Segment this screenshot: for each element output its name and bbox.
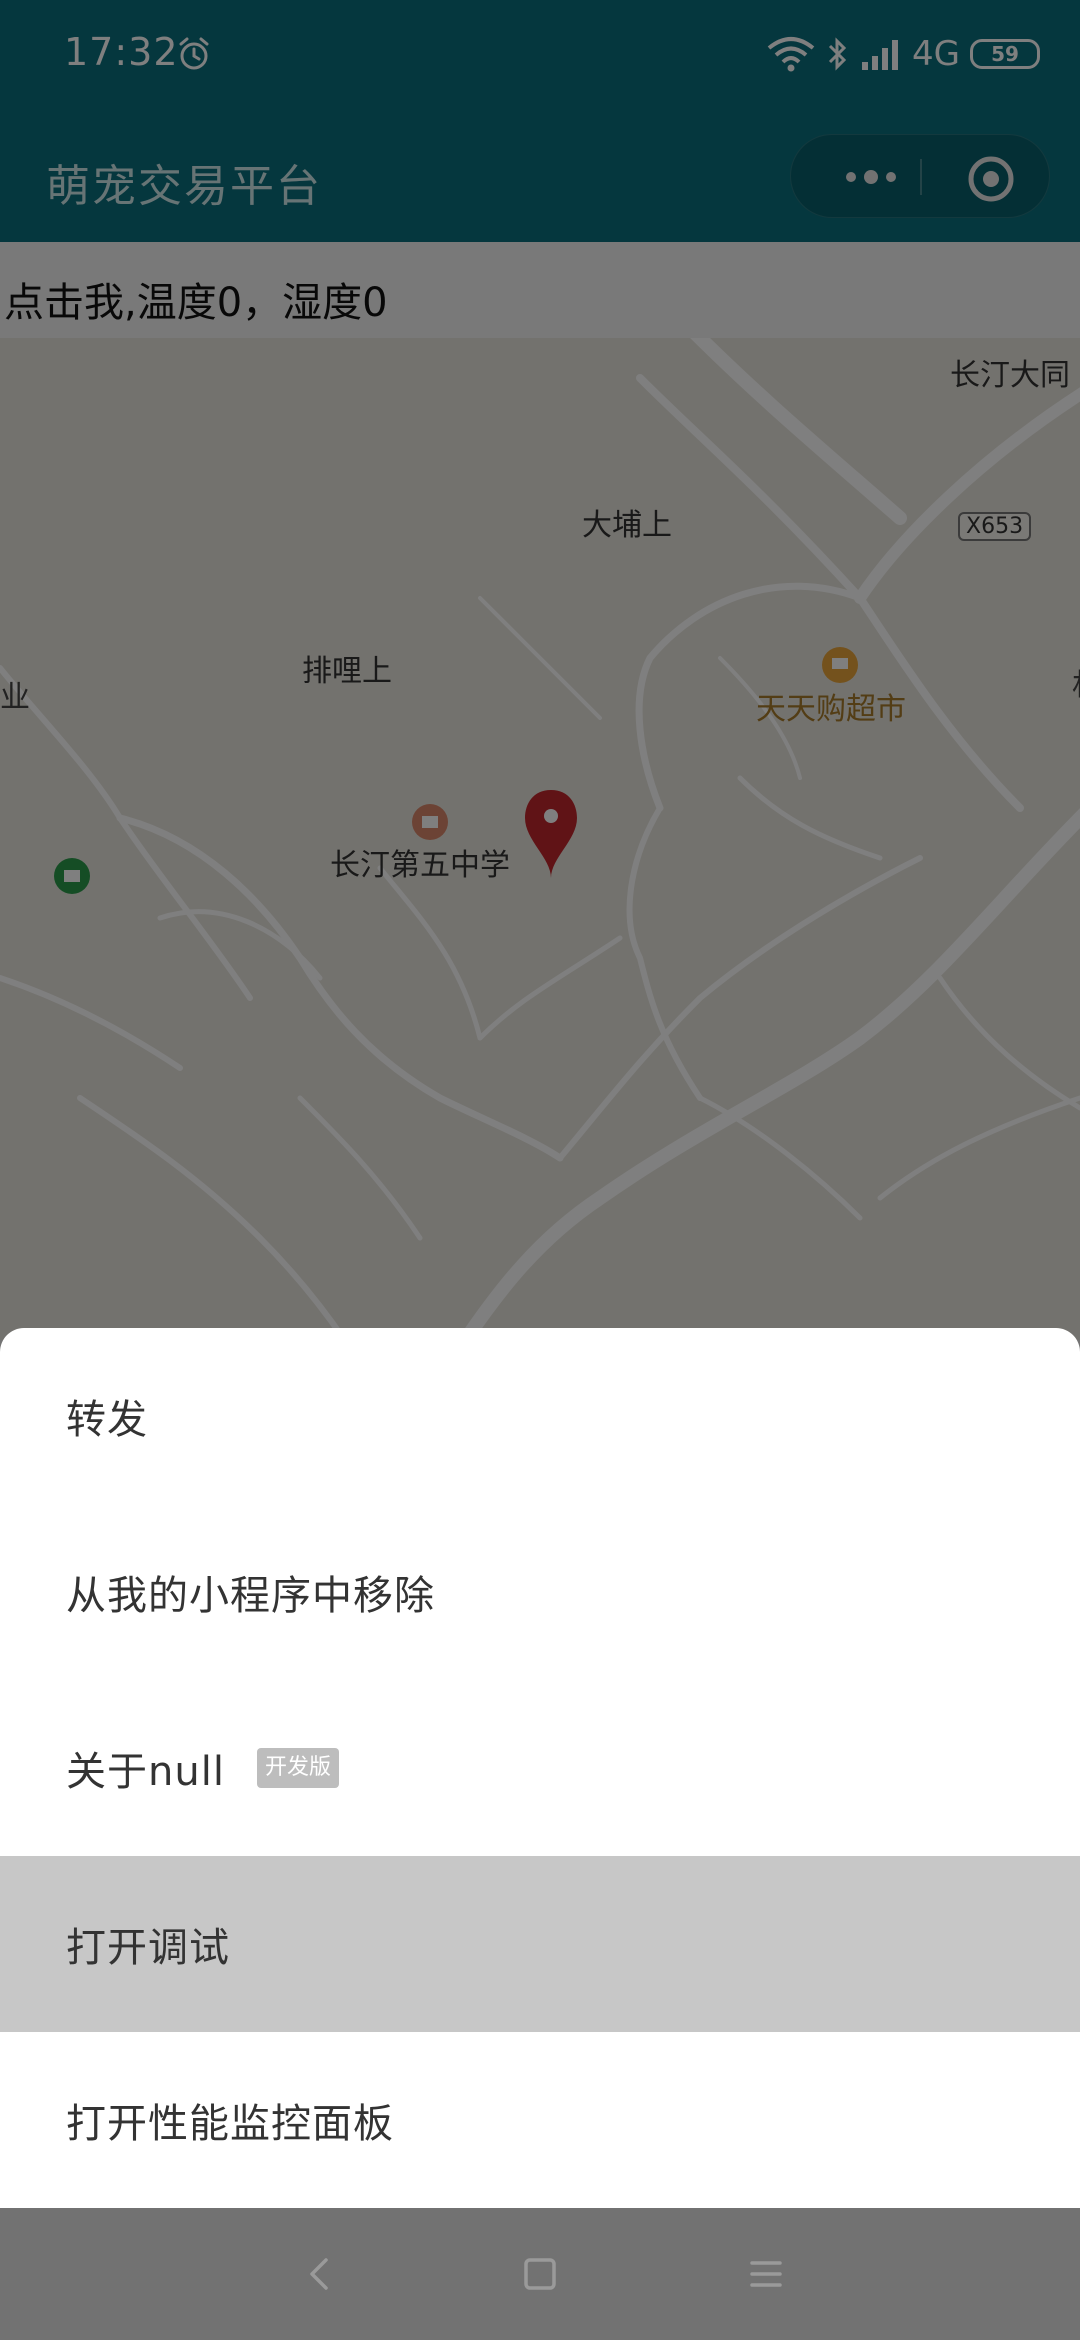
sensor-readout[interactable]: 点击我,温度0，湿度0	[4, 270, 388, 328]
alarm-clock-icon	[179, 37, 209, 70]
sensor-strip[interactable]: 点击我,温度0，湿度0	[0, 242, 1080, 338]
status-icons: 4G 59	[766, 32, 1040, 76]
remove-from-my-mini-programs-menu-item[interactable]: 从我的小程序中移除	[0, 1504, 1080, 1680]
road-shield-label: X653	[958, 512, 1032, 541]
screen: 17:32 4G 59 萌宠交易平台 点击我,温度0，湿度0 长汀大同 大埔上 …	[0, 0, 1080, 2340]
menu-item-label: 打开调试	[66, 1925, 230, 1971]
network-type: 4G	[912, 34, 960, 74]
bluetooth-icon	[828, 37, 847, 71]
menu-item-label: 关于null	[66, 1749, 225, 1795]
map-label: 业	[0, 680, 30, 715]
dev-version-badge: 开发版	[256, 1748, 339, 1788]
menu-icon[interactable]	[746, 2254, 786, 2294]
map-roads	[0, 338, 1080, 1340]
action-sheet: 转发 从我的小程序中移除 关于null 开发版 打开调试 打开性能监控面板	[0, 1328, 1080, 2208]
share-menu-item[interactable]: 转发	[0, 1328, 1080, 1504]
mini-program-capsule	[790, 134, 1050, 218]
about-menu-item[interactable]: 关于null 开发版	[0, 1680, 1080, 1856]
poi-label[interactable]: 天天购超市	[756, 684, 906, 728]
menu-item-label: 从我的小程序中移除	[66, 1573, 435, 1619]
home-icon[interactable]	[520, 2254, 560, 2294]
more-dots-icon[interactable]	[843, 169, 899, 185]
menu-item-label: 转发	[66, 1397, 148, 1443]
menu-item-label: 打开性能监控面板	[66, 2101, 394, 2147]
status-bar: 17:32 4G 59	[0, 0, 1080, 120]
status-time: 17:32	[64, 30, 179, 74]
back-icon[interactable]	[300, 2254, 340, 2294]
wifi-icon	[767, 37, 815, 72]
map-label: 排哩上	[302, 654, 392, 689]
system-nav-bar	[0, 2208, 1080, 2340]
close-mini-program-icon[interactable]	[967, 155, 1015, 203]
battery-indicator: 59	[970, 39, 1040, 69]
signal-icon	[862, 40, 899, 70]
map-label: 材	[1072, 660, 1080, 704]
open-debug-menu-item[interactable]: 打开调试	[0, 1856, 1080, 2032]
app-header: 萌宠交易平台	[0, 120, 1080, 242]
map-view[interactable]: 长汀大同 大埔上 X653 排哩上 天天购超市 长汀第五中学 业 材	[0, 338, 1080, 1340]
open-performance-panel-menu-item[interactable]: 打开性能监控面板	[0, 2032, 1080, 2208]
capsule-divider	[920, 159, 922, 195]
map-pin[interactable]	[525, 790, 577, 878]
app-title: 萌宠交易平台	[46, 161, 322, 212]
map-label: 大埔上	[582, 508, 672, 543]
map-label: 长汀大同	[950, 358, 1070, 393]
poi-label[interactable]: 长汀第五中学	[330, 840, 510, 884]
